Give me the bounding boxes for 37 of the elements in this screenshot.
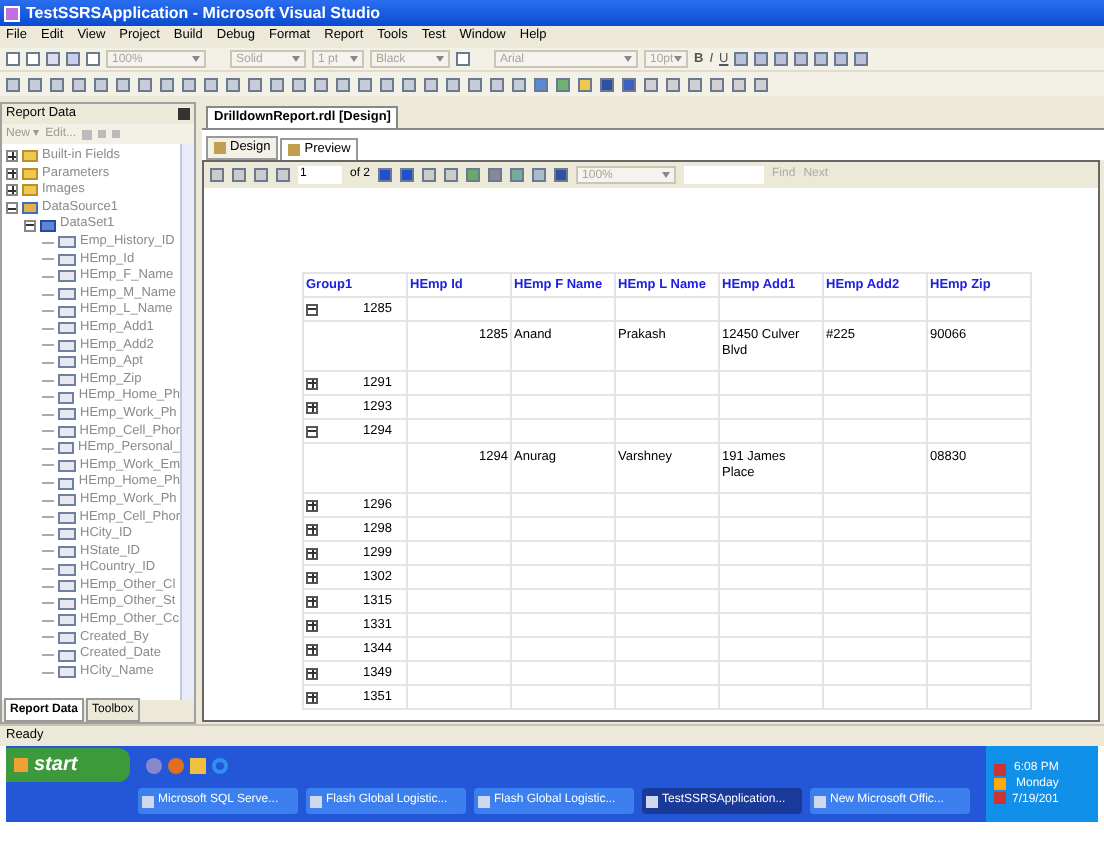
app-icon [646,795,658,807]
dropdown-arrow-icon [624,56,632,62]
collapse-icon[interactable] [24,219,36,232]
expand-icon[interactable] [6,167,18,180]
tab-icon [214,141,226,154]
expand-icon[interactable] [306,691,318,703]
expand-icon[interactable] [306,643,318,655]
start-button[interactable]: start [6,748,130,782]
find-field[interactable] [684,166,765,184]
app-icon [814,795,826,807]
expand-icon[interactable] [306,667,318,679]
collapse-icon[interactable] [306,303,318,315]
app-icon [142,795,154,807]
collapse-icon[interactable] [6,202,18,215]
expand-icon[interactable] [306,401,318,413]
expand-icon[interactable] [306,547,318,559]
expand-icon[interactable] [306,377,318,389]
expand-icon[interactable] [306,619,318,631]
window-title: TestSSRSApplication - Microsoft Visual Studio [26,1,381,25]
app-icon [310,795,322,807]
app-icon [4,5,20,21]
expand-icon[interactable] [6,184,18,197]
scrollbar[interactable] [180,144,194,700]
dropdown-arrow-icon [662,172,671,178]
tab-icon [288,143,301,156]
expand-icon[interactable] [6,150,18,163]
dropdown-arrow-icon [674,56,682,62]
expand-icon[interactable] [306,595,318,607]
expand-icon[interactable] [306,499,318,511]
dropdown-arrow-icon [436,56,444,62]
app-icon [478,795,490,807]
expand-icon[interactable] [306,523,318,535]
dropdown-arrow-icon [292,56,300,62]
collapse-icon[interactable] [306,425,318,437]
expand-icon[interactable] [306,571,318,583]
dropdown-arrow-icon [350,56,358,62]
dropdown-arrow-icon [192,56,200,62]
